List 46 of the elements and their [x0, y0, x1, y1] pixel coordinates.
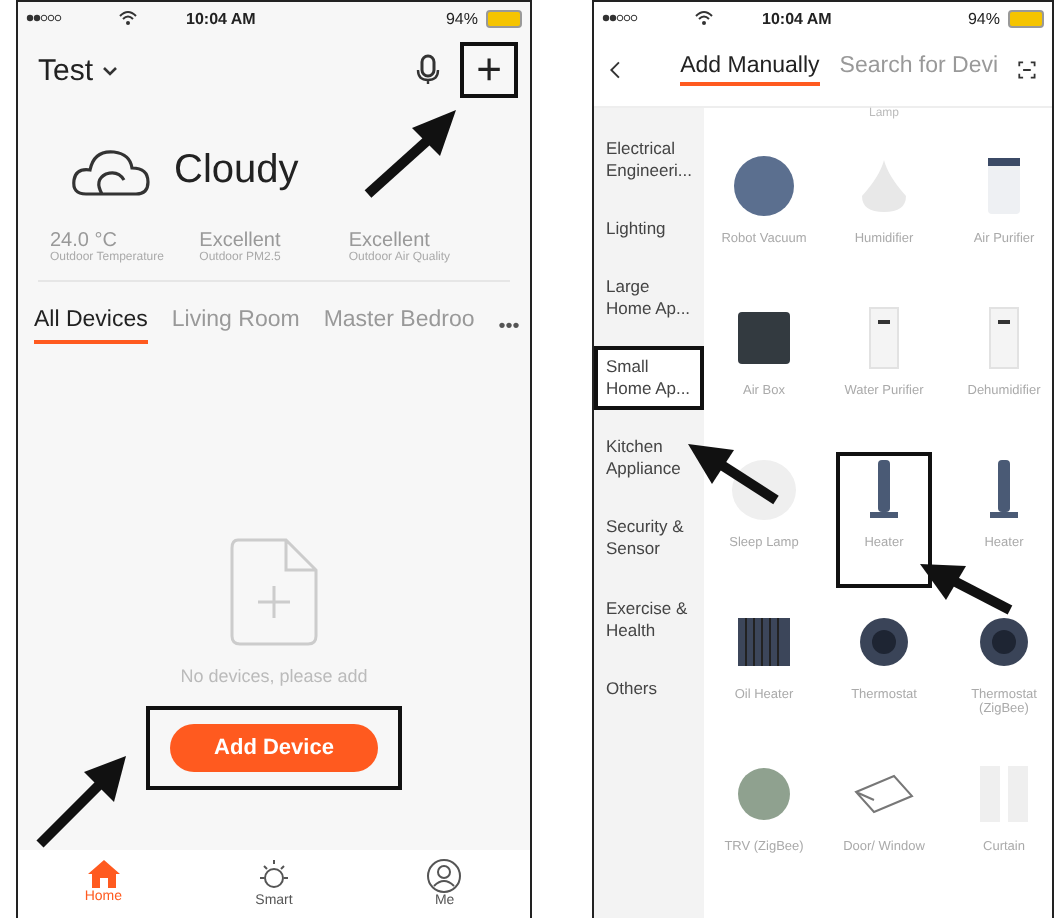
- device-picture: [730, 152, 798, 220]
- annotation-arrow: [364, 110, 456, 198]
- home-icon: [85, 858, 122, 890]
- wifi-icon: [694, 10, 714, 26]
- stat-value: 24.0 °C: [50, 230, 117, 252]
- annotation-arrow: [688, 444, 779, 505]
- mode-tab[interactable]: Search for Devi: [839, 54, 999, 86]
- add-device-button[interactable]: Add Device: [170, 724, 378, 772]
- battery-percent: 94%: [967, 9, 1000, 27]
- annotation-arrow: [36, 756, 126, 848]
- empty-document-icon: [230, 538, 318, 646]
- stat-value: Excellent: [348, 230, 430, 252]
- empty-message: No devices, please add: [180, 666, 368, 686]
- category-item[interactable]: Lighting: [594, 208, 704, 251]
- category-item[interactable]: Others: [594, 667, 704, 710]
- status-time: 10:04 AM: [186, 9, 258, 27]
- category-item[interactable]: Kitchen Appliance: [594, 426, 704, 491]
- category-item[interactable]: Small Home Ap...: [594, 346, 704, 411]
- scan-icon[interactable]: [1018, 56, 1036, 84]
- weather-condition: Cloudy: [174, 147, 299, 193]
- room-tab[interactable]: Master Bedroo: [323, 308, 475, 344]
- signal-icon: [26, 14, 62, 22]
- signal-icon: [602, 14, 638, 22]
- category-item[interactable]: Large Home Ap...: [594, 266, 704, 331]
- chevron-down-icon[interactable]: [101, 65, 118, 75]
- category-item[interactable]: Electrical Engineeri...: [594, 128, 704, 193]
- annotation-arrow: [920, 564, 1013, 615]
- sun-icon: [255, 858, 292, 894]
- room-tab[interactable]: Living Room: [171, 308, 300, 344]
- category-item[interactable]: Security & Sensor: [594, 506, 704, 572]
- room-tab[interactable]: All Devices: [34, 308, 148, 344]
- home-selector[interactable]: Test: [38, 53, 94, 87]
- battery-icon: [486, 9, 522, 27]
- category-item[interactable]: Exercise & Health: [594, 587, 704, 652]
- stat-value: Excellent: [199, 230, 283, 252]
- back-icon[interactable]: [610, 56, 621, 84]
- more-button[interactable]: •••: [498, 315, 520, 337]
- device-picture: [730, 456, 798, 524]
- microphone-icon[interactable]: [416, 54, 441, 86]
- battery-icon: [1008, 9, 1044, 27]
- mode-tab[interactable]: Add Manually: [680, 54, 820, 86]
- add-button[interactable]: +: [472, 48, 506, 92]
- wifi-icon: [118, 10, 138, 26]
- battery-percent: 94%: [445, 9, 478, 27]
- profile-icon: [426, 858, 463, 894]
- status-time: 10:04 AM: [762, 9, 834, 27]
